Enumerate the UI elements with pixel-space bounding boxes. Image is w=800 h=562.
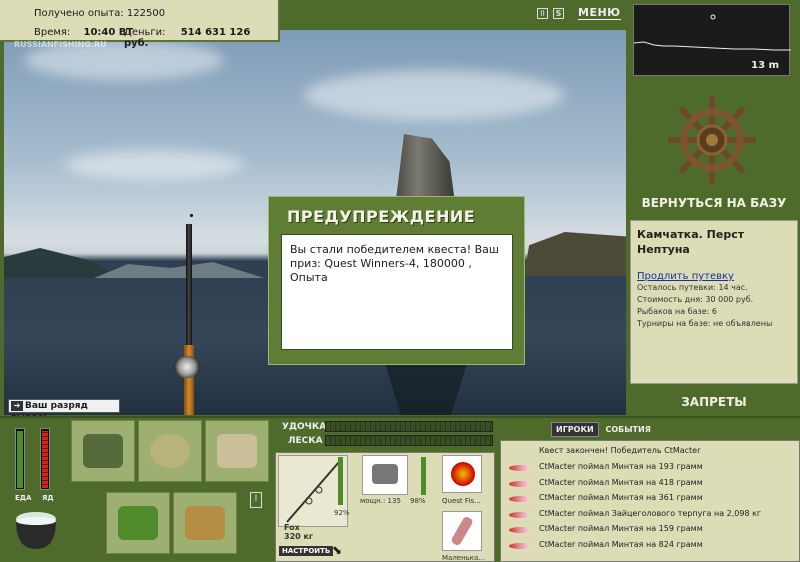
fish-icon — [509, 465, 531, 471]
tab-events[interactable]: СОБЫТИЯ — [602, 423, 655, 436]
money-row: Деньги: 514 631 126 руб. — [124, 27, 278, 49]
event-item: Квест закончен! Победитель CtMacter — [539, 446, 701, 455]
reel-condition: 98% — [410, 497, 426, 505]
float-marker[interactable] — [190, 214, 193, 217]
arrow-right-icon: ➔ — [11, 401, 23, 411]
reel-icon — [372, 464, 398, 484]
inventory-slot-groceries[interactable] — [106, 492, 170, 554]
bait-icon — [450, 515, 474, 547]
events-tabs: ИГРОКИ СОБЫТИЯ — [551, 422, 655, 437]
food-meter-fill — [17, 431, 23, 488]
poison-meter — [40, 428, 50, 490]
base-info-panel: Камчатка. Перст Нептуна Продлить путевку… — [630, 220, 798, 384]
line-strength-label: ЛЕСКА — [288, 436, 323, 446]
map-icon — [217, 434, 257, 468]
rod-strength-bar — [325, 421, 493, 432]
bans-button[interactable]: ЗАПРЕТЫ — [630, 395, 798, 409]
fish-icon — [509, 543, 531, 549]
event-item: CtMacter поймал Минтая на 418 грамм — [539, 478, 703, 487]
dialog-title: ПРЕДУПРЕЖДЕНИЕ — [287, 207, 476, 226]
time-label: Время: — [34, 27, 71, 38]
right-cliff — [524, 232, 626, 276]
lure-icon — [451, 462, 475, 486]
rank-up-notice[interactable]: ➔Ваш разряд вырос! — [8, 399, 120, 423]
fish-icon — [509, 527, 531, 533]
tournaments-status: Турниры на базе: не объявлены — [637, 319, 773, 328]
site-logo: RUSSIANFISHING.RU — [14, 40, 107, 49]
resize-arrow-icon[interactable]: ⬊ — [332, 543, 342, 557]
event-item: CtMacter поймал Минтая на 159 грамм — [539, 524, 703, 533]
rock-reflection — [384, 360, 468, 415]
rod-condition-bar — [338, 457, 343, 505]
event-item: CtMacter поймал Минтая на 824 грамм — [539, 540, 703, 549]
poison-meter-fill — [42, 431, 48, 488]
cloud — [304, 70, 564, 120]
rod-strength-label: УДОЧКА — [282, 422, 327, 432]
day-cost: Стоимость дня: 30 000 руб. — [637, 295, 754, 304]
inventory-slot-sack[interactable] — [138, 420, 202, 482]
event-item: CtMacter поймал Зайцеголового терпуга на… — [539, 509, 762, 518]
rod-condition: 92% — [334, 509, 350, 517]
cloud — [64, 150, 244, 180]
grocery-basket-icon — [118, 506, 158, 540]
player-info-panel: Получено опыта: 122500 Время: 10:40 ВТ Д… — [0, 0, 280, 49]
rod-name: Fox — [284, 523, 300, 532]
events-panel: ИГРОКИ СОБЫТИЯ Квест закончен! Победител… — [500, 422, 800, 562]
pause-button[interactable]: II — [537, 8, 548, 19]
extend-permit-link[interactable]: Продлить путевку — [637, 271, 791, 282]
ship-wheel-icon[interactable] — [668, 96, 756, 184]
reel-slot[interactable] — [362, 455, 408, 495]
inventory-slot-bag[interactable] — [71, 420, 135, 482]
time-row: Время: 10:40 ВТ — [34, 27, 133, 38]
exp-label: Получено опыта: — [34, 8, 124, 19]
experience-row: Получено опыта: 122500 — [34, 8, 165, 19]
inventory-slot-map[interactable] — [205, 420, 269, 482]
bait-sack-icon — [150, 434, 190, 468]
fish-icon — [509, 481, 531, 487]
anglers-count: Рыбаков на базе: 6 — [637, 307, 717, 316]
bait-position-icon — [710, 14, 716, 20]
lure-slot[interactable] — [442, 455, 482, 493]
return-to-base-button[interactable]: ВЕРНУТЬСЯ НА БАЗУ — [630, 196, 798, 210]
food-label: ЕДА — [15, 494, 32, 502]
depth-sounder: 13 m — [633, 4, 791, 76]
menu-button[interactable]: МЕНЮ — [578, 6, 621, 20]
location-title: Камчатка. Перст Нептуна — [637, 228, 745, 256]
warning-dialog[interactable]: ПРЕДУПРЕЖДЕНИЕ Вы стали победителем квес… — [268, 196, 525, 365]
reel-power: мощн.: 135 — [360, 497, 401, 505]
distant-mountains — [94, 262, 264, 278]
tackle-bag-icon — [83, 434, 123, 468]
fish-icon — [509, 512, 531, 518]
exp-value: 122500 — [126, 8, 166, 19]
money-label: Деньги: — [124, 27, 166, 38]
depth-value: 13 m — [751, 60, 779, 71]
reel-condition-bar — [421, 457, 426, 495]
fish-icon — [509, 496, 531, 502]
inventory-slot-bucket[interactable] — [173, 492, 237, 554]
event-item: CtMacter поймал Минтая на 361 грамм — [539, 493, 703, 502]
setup-button[interactable]: НАСТРОИТЬ — [279, 546, 334, 556]
bucket-icon — [185, 506, 225, 540]
food-meter — [15, 428, 25, 490]
dialog-message: Вы стали победителем квеста! Ваш приз: Q… — [281, 234, 513, 350]
lure-name: Quest Fis... — [442, 497, 481, 505]
cauldron-icon[interactable] — [12, 509, 60, 551]
permit-remaining: Осталось путевки: 14 час. — [637, 283, 748, 292]
line-strength-bar — [325, 435, 493, 446]
bait-name: Маленька... — [442, 554, 486, 562]
rod-weight: 320 кг — [284, 532, 314, 541]
inventory-scroll-button[interactable]: I — [250, 492, 262, 508]
bait-slot[interactable] — [442, 511, 482, 551]
event-item: CtMacter поймал Минтая на 193 грамм — [539, 462, 703, 471]
tab-players[interactable]: ИГРОКИ — [551, 422, 599, 437]
poison-label: ЯД — [42, 494, 54, 502]
sound-button[interactable]: S — [553, 8, 564, 19]
reel[interactable] — [173, 356, 201, 378]
